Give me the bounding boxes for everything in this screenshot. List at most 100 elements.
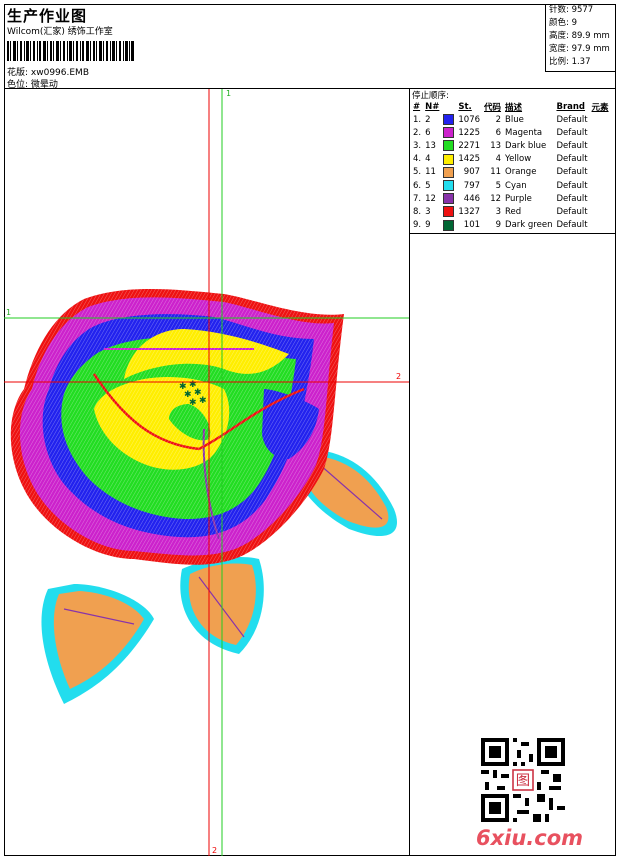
stat-colors: 颜色: 9: [549, 18, 577, 28]
color-swatch-icon: [443, 127, 455, 139]
color-swatch: [441, 179, 456, 192]
company-name: Wilcom(汇家) 绣饰工作室: [7, 27, 113, 37]
color-row: 6. 5 797 5 Cyan Default: [411, 179, 611, 192]
row-desc: Purple: [505, 193, 532, 204]
axis-label-top: 1: [226, 89, 232, 98]
embroidery-design: ✱ ✱ ✱ ✱ ✱✱: [4, 89, 409, 856]
color-swatch: [441, 166, 456, 179]
color-row: 9. 9 101 9 Dark green Default: [411, 219, 611, 232]
row-brand: Default: [556, 154, 588, 165]
color-row: 7. 12 446 12 Purple Default: [411, 192, 611, 205]
axis-label-right: 2: [396, 372, 402, 381]
row-n: 12: [425, 193, 436, 204]
row-element: [590, 205, 611, 218]
row-element: [590, 192, 611, 205]
row-stitches: 1327: [458, 206, 481, 217]
row-desc: Yellow: [505, 154, 532, 165]
header: 生产作业图 Wilcom(汇家) 绣饰工作室 花版: xw0996.EMB 色位…: [4, 4, 616, 90]
row-element: [590, 179, 611, 192]
axis-label-bottom: 2: [212, 846, 218, 855]
row-index: 2.: [413, 127, 422, 138]
color-swatch-icon: [443, 193, 455, 205]
row-index: 8.: [413, 206, 422, 217]
row-index: 9.: [413, 220, 422, 231]
col-stitches: St.: [458, 102, 472, 112]
row-element: [590, 113, 611, 126]
qr-code-icon: 图: [481, 738, 565, 822]
col-desc: 描述: [505, 103, 523, 113]
color-row: 8. 3 1327 3 Red Default: [411, 205, 611, 218]
panel-title: 停止顺序:: [412, 91, 449, 101]
row-code: 2: [495, 114, 502, 125]
row-code: 13: [490, 140, 502, 151]
row-brand: Default: [556, 114, 588, 125]
row-desc: Cyan: [505, 180, 527, 191]
row-index: 7.: [413, 193, 422, 204]
svg-text:✱: ✱: [189, 398, 197, 408]
color-swatch-icon: [443, 153, 455, 165]
color-swatch-icon: [443, 140, 455, 152]
color-swatch: [441, 219, 456, 232]
row-code: 6: [495, 127, 502, 138]
row-code: 3: [495, 206, 502, 217]
color-swatch: [441, 113, 456, 126]
row-code: 11: [490, 167, 502, 178]
row-code: 4: [495, 154, 502, 165]
svg-text:✱: ✱: [199, 396, 207, 406]
row-n: 9: [425, 220, 431, 231]
row-n: 11: [425, 167, 436, 178]
color-swatch-icon: [443, 219, 455, 231]
col-brand: Brand: [556, 102, 586, 112]
row-brand: Default: [556, 206, 588, 217]
color-swatch: [441, 153, 456, 166]
row-desc: Dark blue: [505, 140, 547, 151]
row-brand: Default: [556, 193, 588, 204]
color-swatch: [441, 139, 456, 152]
row-index: 5.: [413, 167, 422, 178]
col-index: #: [413, 102, 421, 112]
row-index: 4.: [413, 154, 422, 165]
qr-stamp: 图: [516, 773, 530, 789]
row-element: [590, 166, 611, 179]
color-row: 1. 2 1076 2 Blue Default: [411, 113, 611, 126]
color-row: 5. 11 907 11 Orange Default: [411, 166, 611, 179]
row-brand: Default: [556, 220, 588, 231]
row-n: 2: [425, 114, 431, 125]
row-index: 3.: [413, 140, 422, 151]
design-canvas: ✱ ✱ ✱ ✱ ✱ ✱ 1 1 2 2: [4, 89, 410, 856]
color-row: 4. 4 1425 4 Yellow Default: [411, 153, 611, 166]
rose-body: ✱ ✱ ✱ ✱ ✱✱: [10, 289, 344, 565]
row-stitches: 2271: [458, 140, 481, 151]
row-stitches: 1425: [458, 154, 481, 165]
row-stitches: 1225: [458, 127, 481, 138]
color-row: 2. 6 1225 6 Magenta Default: [411, 126, 611, 139]
color-swatch: [441, 126, 456, 139]
watermark: 6xiu.com: [476, 826, 584, 850]
color-table-header: # N# St. 代码 描述 Brand 元素: [411, 101, 611, 113]
row-brand: Default: [556, 140, 588, 151]
row-stitches: 101: [463, 220, 481, 231]
row-index: 6.: [413, 180, 422, 191]
row-n: 5: [425, 180, 431, 191]
color-swatch-icon: [443, 206, 455, 218]
row-desc: Dark green: [505, 220, 553, 231]
color-swatch-icon: [443, 114, 455, 126]
barcode-icon: [7, 41, 134, 61]
row-desc: Magenta: [505, 127, 543, 138]
row-brand: Default: [556, 180, 588, 191]
row-desc: Red: [505, 206, 522, 217]
color-table: # N# St. 代码 描述 Brand 元素 1. 2 1076 2 Blue Defa…: [411, 101, 611, 232]
axis-label-left: 1: [6, 308, 12, 317]
row-index: 1.: [413, 114, 422, 125]
row-stitches: 797: [463, 180, 481, 191]
row-code: 5: [495, 180, 502, 191]
color-swatch-icon: [443, 180, 455, 192]
row-element: [590, 153, 611, 166]
row-n: 4: [425, 154, 431, 165]
row-n: 3: [425, 206, 431, 217]
stat-stitches: 针数: 9577: [549, 5, 594, 15]
row-desc: Orange: [505, 167, 537, 178]
col-n: N#: [425, 102, 440, 112]
page-title: 生产作业图: [7, 7, 88, 25]
row-brand: Default: [556, 127, 588, 138]
